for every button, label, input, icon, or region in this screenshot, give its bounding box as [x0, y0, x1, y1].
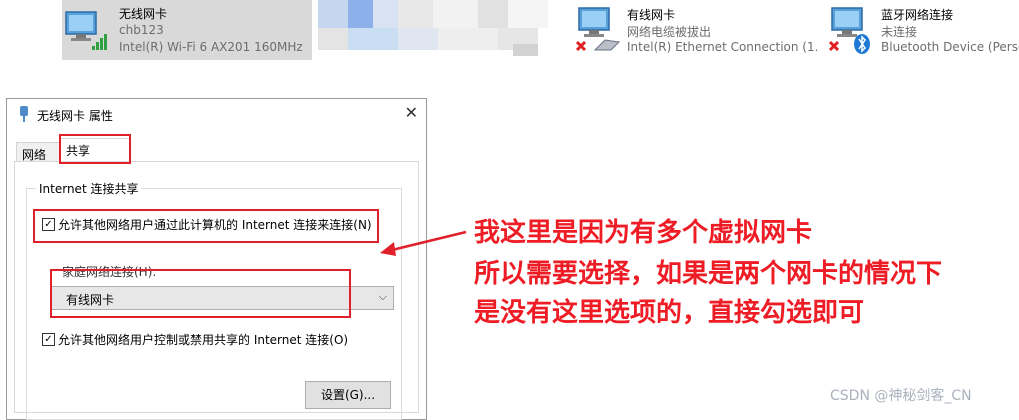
chevron-down-icon: ⌵ [378, 290, 387, 303]
adapter-name: 蓝牙网络连接 [881, 8, 954, 22]
allow-control-checkbox[interactable]: ✓ [42, 333, 55, 346]
adapter-device: Intel(R) Wi-Fi 6 AX201 160MHz [119, 40, 303, 54]
adapter-wireless[interactable]: 无线网卡 chb123 Intel(R) Wi-Fi 6 AX201 160MH… [62, 0, 312, 60]
group-label: Internet 连接共享 [36, 180, 142, 197]
adapter-status: chb123 [119, 23, 164, 37]
dialog-title: 无线网卡 属性 [37, 109, 113, 123]
highlight-sharing-tab [59, 134, 131, 164]
annotation-line1: 我这里是因为有多个虚拟网卡 [474, 218, 813, 248]
highlight-home-network [50, 269, 351, 318]
allow-control-label: 允许其他网络用户控制或禁用共享的 Internet 连接(O) [58, 333, 349, 347]
adapter-name: 无线网卡 [119, 7, 168, 21]
adapter-name: 有线网卡 [627, 8, 676, 22]
annotation-arrow [380, 230, 467, 256]
settings-button[interactable]: 设置(G)... [305, 381, 391, 409]
blurred-adapter [318, 0, 558, 58]
wireless-network-icon [65, 11, 107, 50]
annotation-line2: 所以需要选择，如果是两个网卡的情况下 [474, 259, 943, 289]
annotation-line3: 是没有这里选项的，直接勾选即可 [474, 298, 865, 328]
adapter-status: 未连接 [881, 25, 918, 39]
adapter-bluetooth[interactable]: 蓝牙网络连接 未连接 Bluetooth Device (Perso [828, 0, 1019, 60]
close-icon[interactable]: ✕ [405, 103, 418, 122]
watermark: CSDN @神秘剑客_CN [830, 388, 972, 404]
adapter-device: Intel(R) Ethernet Connection (1... [627, 40, 817, 54]
network-adapter-icon [20, 106, 28, 122]
bluetooth-network-icon [828, 7, 870, 54]
adapter-device: Bluetooth Device (Perso [881, 40, 1019, 54]
adapter-status: 网络电缆被拔出 [627, 25, 712, 39]
highlight-checkbox [33, 209, 379, 243]
ethernet-disconnected-icon [575, 7, 621, 52]
adapter-ethernet[interactable]: 有线网卡 网络电缆被拔出 Intel(R) Ethernet Connectio… [575, 0, 825, 60]
